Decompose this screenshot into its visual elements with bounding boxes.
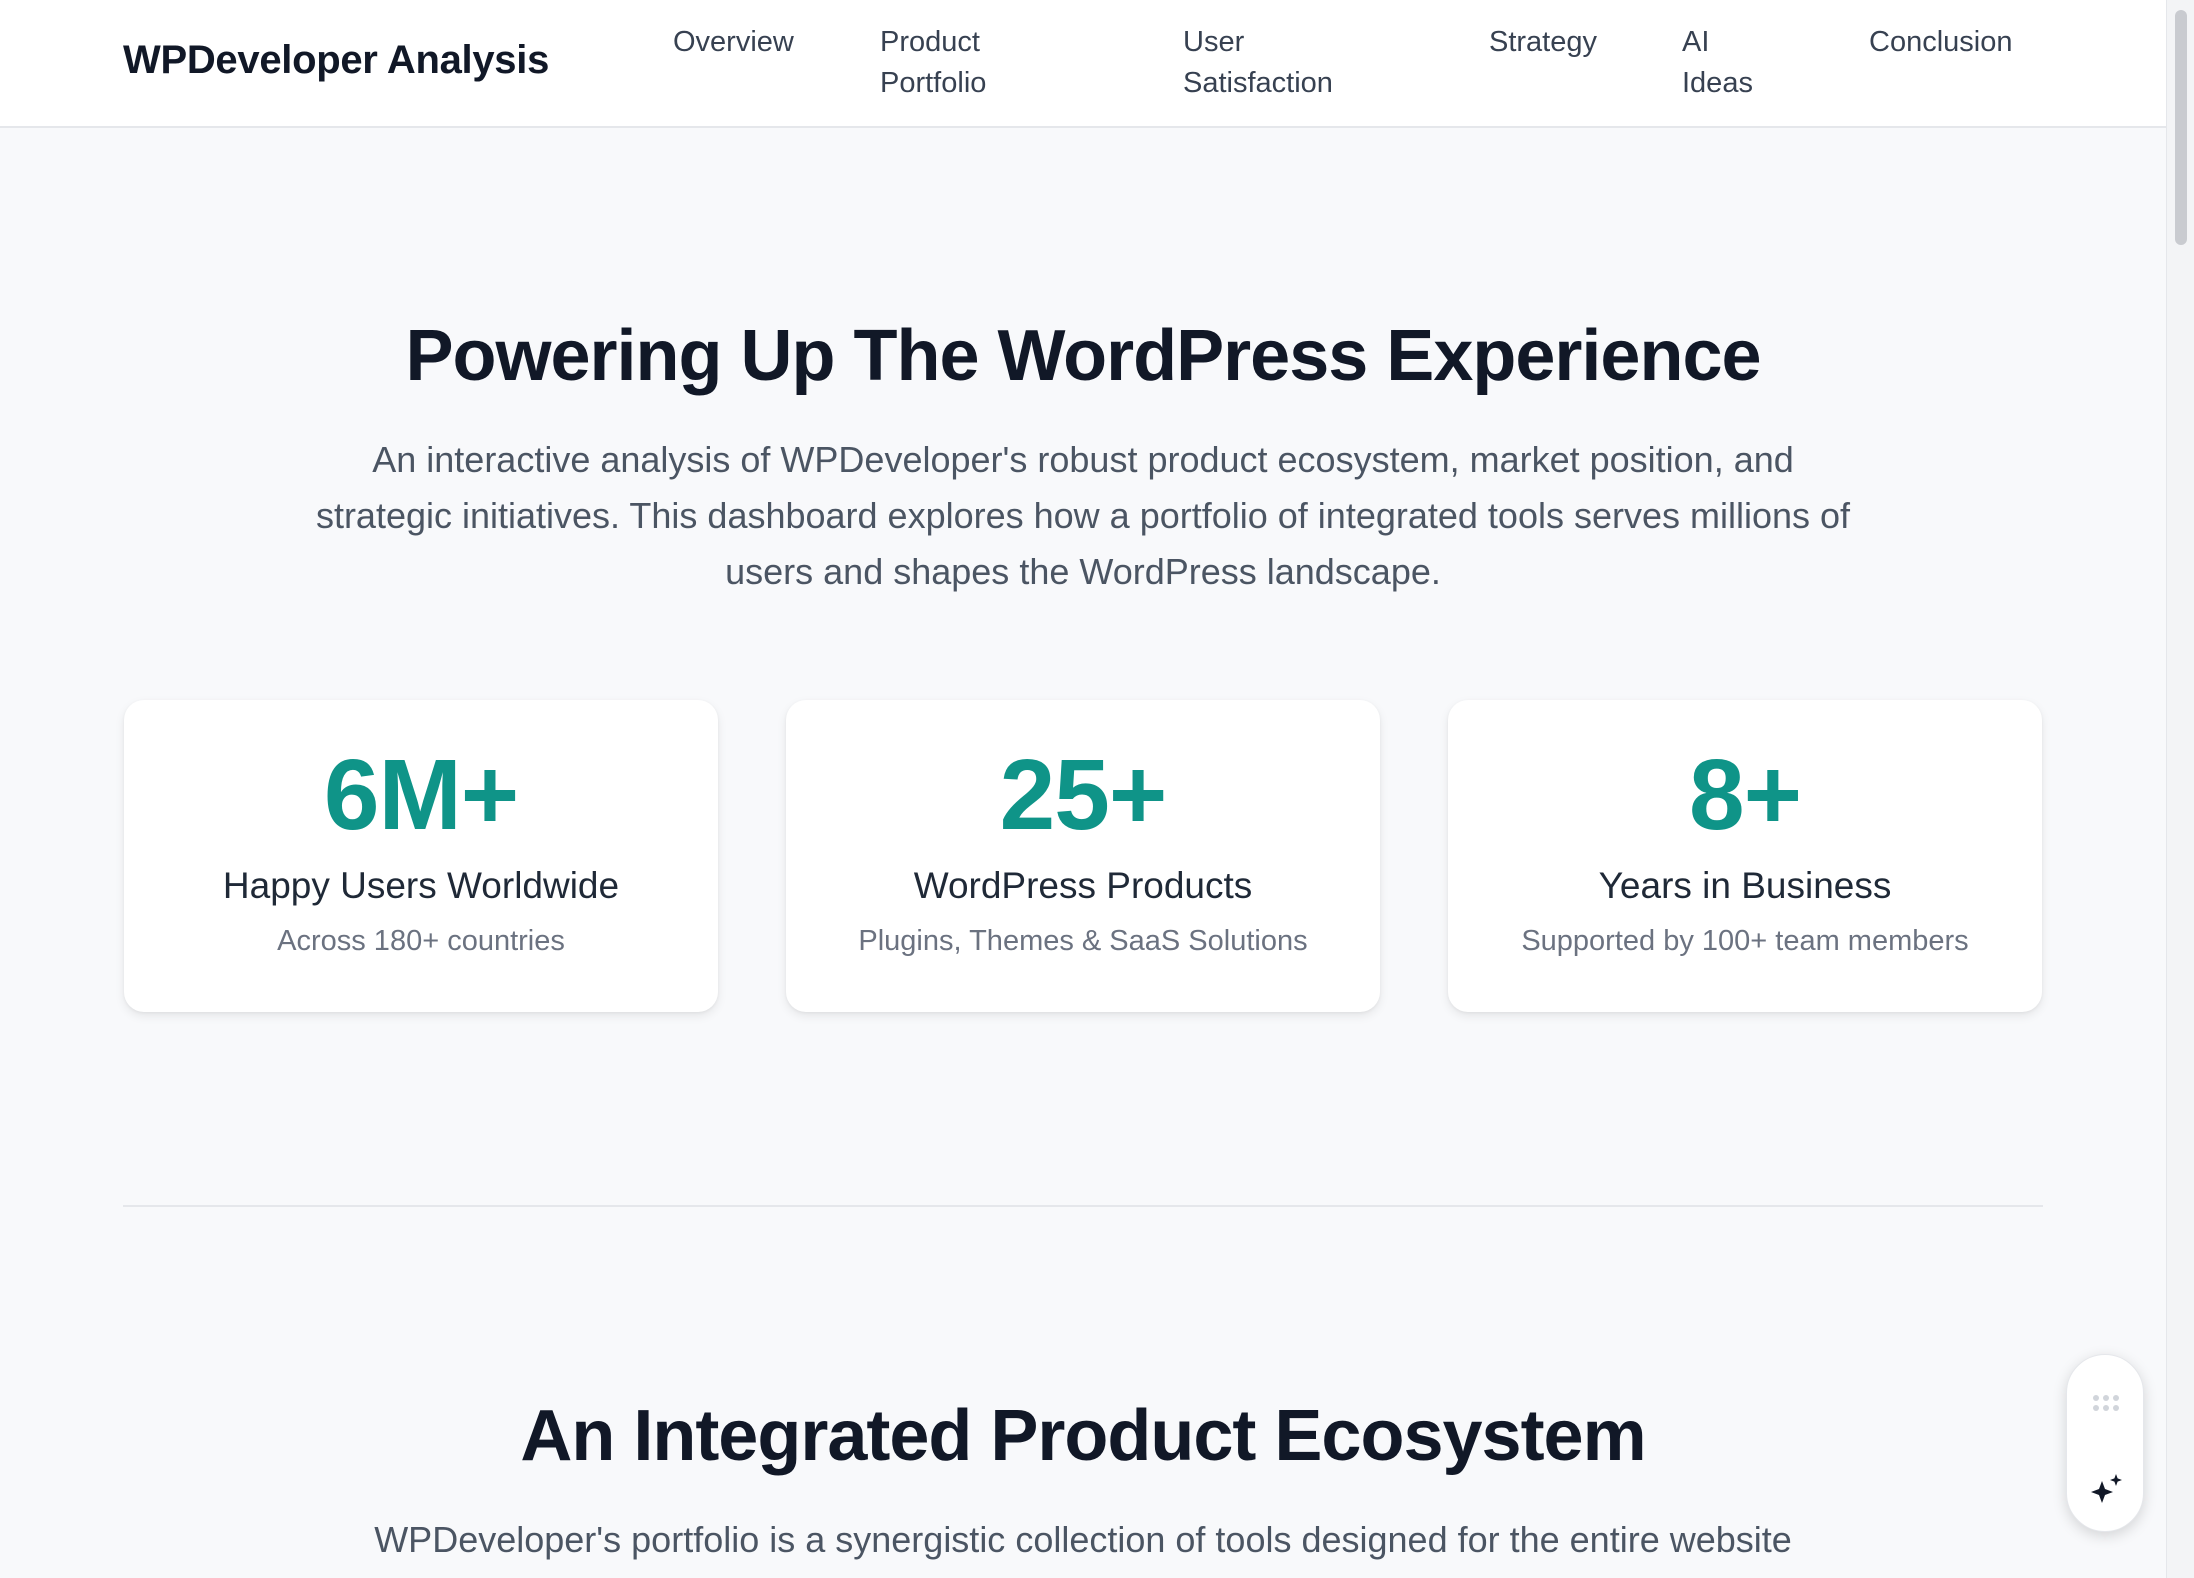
nav-user-satisfaction[interactable]: User Satisfaction — [1183, 22, 1333, 104]
floating-assistant-widget[interactable] — [2066, 1354, 2144, 1532]
stat-label: Happy Users Worldwide — [222, 865, 620, 906]
stat-sublabel: Plugins, Themes & SaaS Solutions — [858, 925, 1308, 957]
page: WPDeveloper Analysis Overview Product Po… — [0, 0, 2166, 1578]
stat-label: Years in Business — [1598, 865, 1892, 906]
top-navigation-bar: WPDeveloper Analysis Overview Product Po… — [0, 0, 2166, 128]
nav-user-satisfaction-label-line2: Satisfaction — [1183, 67, 1333, 99]
grip-dots-icon[interactable] — [2091, 1393, 2121, 1413]
nav-ai-ideas-label-line2: Ideas — [1682, 67, 1753, 99]
stat-value: 8+ — [1688, 739, 1802, 851]
nav-ai-ideas[interactable]: AI Ideas — [1682, 22, 1753, 104]
hero-subtitle: An interactive analysis of WPDeveloper's… — [315, 439, 1851, 592]
stat-card-years: 8+ Years in Business Supported by 100+ t… — [1448, 700, 2042, 1012]
stat-value: 25+ — [999, 739, 1168, 851]
nav-user-satisfaction-label-line1: User — [1183, 26, 1245, 58]
hero-title: Powering Up The WordPress Experience — [405, 316, 1761, 396]
nav-overview-label: Overview — [673, 26, 794, 58]
stat-label: WordPress Products — [913, 865, 1253, 906]
scrollbar-thumb[interactable] — [2175, 10, 2187, 245]
stat-card-users: 6M+ Happy Users Worldwide Across 180+ co… — [124, 700, 718, 1012]
browser-viewport: WPDeveloper Analysis Overview Product Po… — [0, 0, 2194, 1578]
nav-product-portfolio-label-line1: Product — [880, 26, 980, 58]
nav-ai-ideas-label-line1: AI — [1682, 26, 1710, 58]
nav-product-portfolio[interactable]: Product Portfolio — [880, 22, 986, 104]
nav-overview[interactable]: Overview — [673, 22, 794, 63]
nav-product-portfolio-label-line2: Portfolio — [880, 67, 987, 99]
stat-value: 6M+ — [323, 739, 519, 851]
stat-sublabel: Across 180+ countries — [277, 925, 565, 957]
sparkle-icon[interactable] — [2089, 1471, 2125, 1507]
ecosystem-section-title: An Integrated Product Ecosystem — [520, 1396, 1646, 1476]
brand-title[interactable]: WPDeveloper Analysis — [123, 38, 549, 83]
nav-strategy-label: Strategy — [1489, 26, 1597, 58]
stat-card-products: 25+ WordPress Products Plugins, Themes &… — [786, 700, 1380, 1012]
vertical-scrollbar[interactable] — [2166, 0, 2194, 1578]
stat-sublabel: Supported by 100+ team members — [1521, 925, 1969, 957]
nav-conclusion-label: Conclusion — [1869, 26, 2013, 58]
section-divider — [123, 1205, 2043, 1207]
ecosystem-section-subtitle: WPDeveloper's portfolio is a synergistic… — [374, 1519, 1792, 1560]
nav-strategy[interactable]: Strategy — [1489, 22, 1597, 63]
nav-conclusion[interactable]: Conclusion — [1869, 22, 2012, 63]
